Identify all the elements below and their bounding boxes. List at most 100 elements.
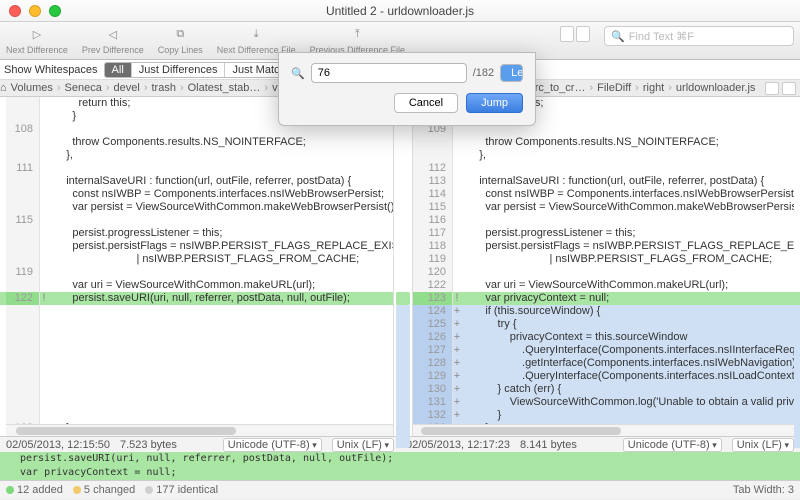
code-line[interactable]: 122! persist.saveURI(uri, null, referrer… — [6, 292, 393, 305]
code-line[interactable] — [6, 357, 393, 370]
code-line[interactable] — [6, 370, 393, 383]
code-line[interactable]: 111 — [6, 162, 393, 175]
side-segmented-control[interactable]: Left Right — [500, 64, 523, 82]
close-window-button[interactable] — [9, 5, 21, 17]
code-line[interactable]: 126+ privacyContext = this.sourceWindow — [413, 331, 800, 344]
code-line[interactable]: 125+ try { — [413, 318, 800, 331]
horizontal-scrollbar[interactable] — [413, 424, 800, 436]
code-text — [48, 305, 54, 318]
filter-all[interactable]: All — [105, 63, 132, 77]
code-line[interactable]: const nsIWBP = Components.interfaces.nsI… — [6, 188, 393, 201]
goto-line-input[interactable] — [311, 63, 467, 83]
code-line[interactable]: 115 var persist = ViewSourceWithCommon.m… — [413, 201, 800, 214]
horizontal-scrollbar[interactable] — [6, 424, 393, 436]
code-line[interactable]: }, — [6, 149, 393, 162]
show-whitespaces-toggle[interactable]: Show Whitespaces — [4, 64, 98, 76]
crumb-action-icon[interactable] — [782, 82, 796, 95]
code-line[interactable]: var uri = ViewSourceWithCommon.makeURL(u… — [6, 279, 393, 292]
search-input[interactable]: 🔍 Find Text ⌘F — [604, 26, 794, 46]
code-line[interactable]: 130+ } catch (err) { — [413, 383, 800, 396]
code-line[interactable]: var persist = ViewSourceWithCommon.makeW… — [6, 201, 393, 214]
code-line[interactable]: | nsIWBP.PERSIST_FLAGS_FROM_CACHE; — [6, 253, 393, 266]
code-line[interactable]: 112 — [413, 162, 800, 175]
crumb-action-icon[interactable] — [765, 82, 779, 95]
code-line[interactable]: 122 var uri = ViewSourceWithCommon.makeU… — [413, 279, 800, 292]
code-line[interactable]: persist.progressListener = this; — [6, 227, 393, 240]
breadcrumb-segment[interactable]: right — [639, 82, 668, 94]
code-line[interactable]: 131+ ViewSourceWithCommon.log('Unable to… — [413, 396, 800, 409]
code-text: persist.persistFlags = nsIWBP.PERSIST_FL… — [48, 240, 393, 253]
right-change-strip[interactable] — [794, 97, 800, 436]
line-number: 119 — [413, 253, 453, 266]
cancel-button[interactable]: Cancel — [394, 93, 458, 113]
side-left[interactable]: Left — [501, 65, 523, 81]
diff-summary-row[interactable]: persist.saveURI(uri, null, referrer, pos… — [0, 452, 800, 466]
filter-segmented-control[interactable]: All Just Differences Just Matches — [104, 62, 306, 78]
breadcrumb-segment[interactable]: Olatest_stab… — [184, 82, 265, 94]
code-line[interactable]: 119 | nsIWBP.PERSIST_FLAGS_FROM_CACHE; — [413, 253, 800, 266]
filter-just-differences[interactable]: Just Differences — [132, 63, 226, 77]
tab-width-label[interactable]: Tab Width: 3 — [733, 484, 794, 496]
diff-view: return this; }108 throw Components.resul… — [0, 97, 800, 436]
encoding-select-right[interactable]: Unicode (UTF-8) ▾ — [623, 438, 722, 452]
pane-divider[interactable] — [393, 97, 413, 436]
diff-summary-row[interactable]: var privacyContext = null; — [0, 466, 800, 480]
breadcrumb-segment[interactable]: Seneca — [61, 82, 106, 94]
code-line[interactable]: 127+ .QueryInterface(Components.interfac… — [413, 344, 800, 357]
code-line[interactable]: 123! var privacyContext = null; — [413, 292, 800, 305]
code-line[interactable]: persist.persistFlags = nsIWBP.PERSIST_FL… — [6, 240, 393, 253]
next-difference-file-button[interactable]: ⤓ Next Difference File — [217, 24, 296, 55]
code-line[interactable]: 114 const nsIWBP = Components.interfaces… — [413, 188, 800, 201]
code-line[interactable]: throw Components.results.NS_NOINTERFACE; — [413, 136, 800, 149]
change-marker — [40, 253, 48, 266]
breadcrumb-segment[interactable]: devel — [110, 82, 144, 94]
zoom-window-button[interactable] — [49, 5, 61, 17]
prev-difference-button[interactable]: ◁ Prev Difference — [82, 24, 144, 55]
line-number — [413, 149, 453, 162]
code-line[interactable]: }, — [413, 149, 800, 162]
code-line[interactable]: 120 — [413, 266, 800, 279]
jump-button[interactable]: Jump — [466, 93, 523, 113]
next-difference-button[interactable]: ▷ Next Difference — [6, 24, 68, 55]
prev-difference-file-button[interactable]: ⤒ Previous Difference File — [310, 24, 405, 55]
code-line[interactable]: internalSaveURI : function(url, outFile,… — [6, 175, 393, 188]
code-line[interactable]: 129+ .QueryInterface(Components.interfac… — [413, 370, 800, 383]
code-line[interactable]: 132+ } — [413, 409, 800, 422]
code-line[interactable]: throw Components.results.NS_NOINTERFACE; — [6, 136, 393, 149]
code-line[interactable]: 119 — [6, 266, 393, 279]
file-date-left: 02/05/2013, 12:15:50 — [6, 439, 110, 451]
left-pane[interactable]: return this; }108 throw Components.resul… — [6, 97, 393, 436]
change-marker: + — [453, 318, 461, 331]
code-line[interactable] — [6, 318, 393, 331]
code-line[interactable] — [6, 383, 393, 396]
line-number — [6, 136, 40, 149]
breadcrumb-segment[interactable]: urldownloader.js — [672, 82, 760, 94]
code-line[interactable] — [6, 331, 393, 344]
code-line[interactable]: 117 persist.progressListener = this; — [413, 227, 800, 240]
copy-lines-button[interactable]: ⧉ Copy Lines — [158, 24, 203, 55]
change-marker: + — [453, 305, 461, 318]
nav-back-button[interactable] — [560, 26, 574, 42]
code-line[interactable]: 116 — [413, 214, 800, 227]
code-line[interactable]: 118 persist.persistFlags = nsIWBP.PERSIS… — [413, 240, 800, 253]
right-pane[interactable]: return this; }109 throw Components.resul… — [413, 97, 800, 436]
breadcrumb-segment[interactable]: FileDiff — [593, 82, 635, 94]
code-line[interactable] — [6, 344, 393, 357]
breadcrumb-segment[interactable]: Volumes — [7, 82, 57, 94]
eol-select-right[interactable]: Unix (LF) ▾ — [732, 438, 794, 452]
nav-forward-button[interactable] — [576, 26, 590, 42]
line-number: 111 — [6, 162, 40, 175]
change-marker — [40, 201, 48, 214]
code-line[interactable] — [6, 409, 393, 422]
code-line[interactable]: 124+ if (this.sourceWindow) { — [413, 305, 800, 318]
eol-select-left[interactable]: Unix (LF) ▾ — [332, 438, 394, 452]
encoding-select-left[interactable]: Unicode (UTF-8) ▾ — [223, 438, 322, 452]
code-line[interactable]: 128+ .getInterface(Components.interfaces… — [413, 357, 800, 370]
code-line[interactable] — [6, 305, 393, 318]
code-line[interactable]: 113 internalSaveURI : function(url, outF… — [413, 175, 800, 188]
code-line[interactable]: 115 — [6, 214, 393, 227]
line-number — [6, 188, 40, 201]
breadcrumb-segment[interactable]: trash — [147, 82, 179, 94]
code-line[interactable] — [6, 396, 393, 409]
minimize-window-button[interactable] — [29, 5, 41, 17]
